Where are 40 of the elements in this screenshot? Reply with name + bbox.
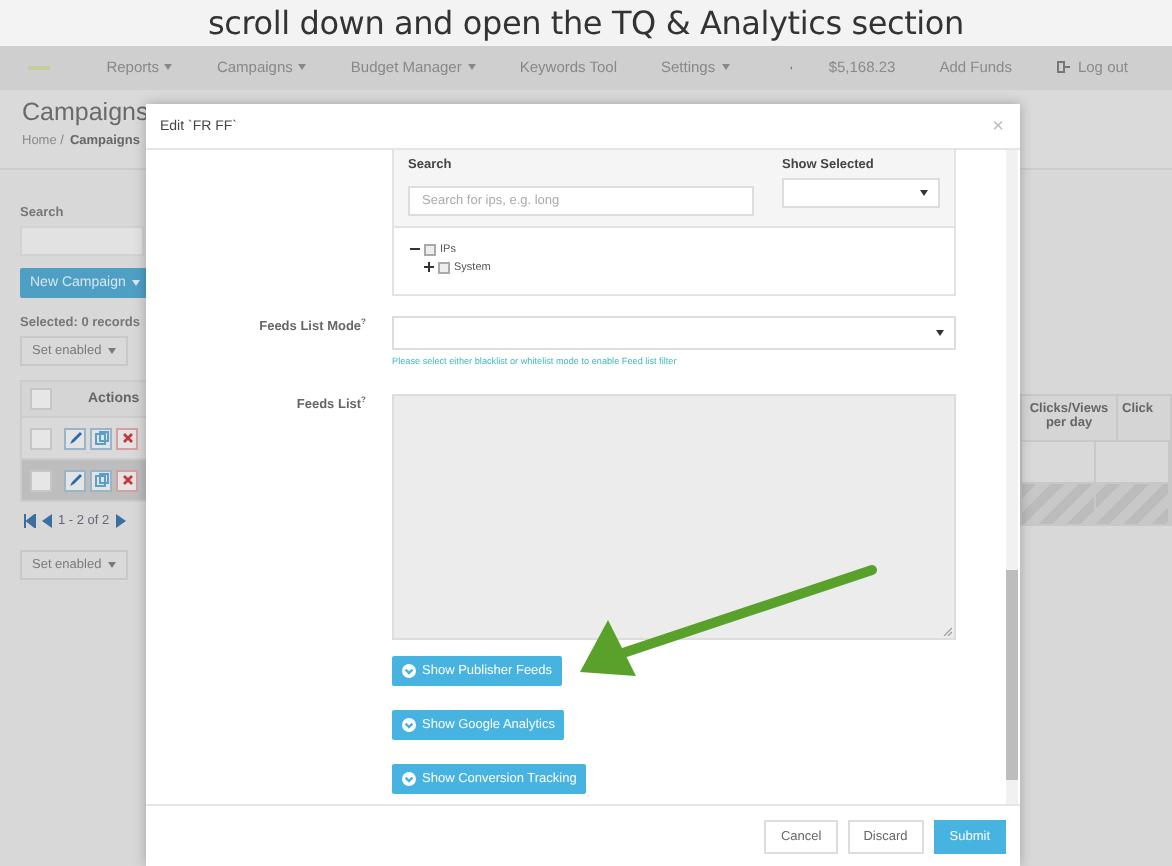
show-selected-dropdown[interactable] <box>782 178 940 208</box>
first-page-icon[interactable] <box>24 514 36 528</box>
row-checkbox[interactable] <box>30 427 52 449</box>
copy-icon[interactable] <box>90 469 112 491</box>
caret-icon <box>107 348 116 354</box>
caret-icon <box>131 280 140 286</box>
tree-checkbox[interactable] <box>424 243 436 255</box>
scrollbar[interactable] <box>1006 150 1018 804</box>
caret-icon <box>467 64 476 70</box>
pencil-icon[interactable] <box>64 469 86 491</box>
expand-icon[interactable] <box>424 262 434 272</box>
collapse-icon[interactable] <box>410 244 420 254</box>
page-title: Campaigns <box>22 98 149 126</box>
feeds-list-mode-dropdown[interactable] <box>392 316 956 350</box>
chevron-circle-icon <box>402 718 416 732</box>
resize-grip-icon[interactable] <box>942 626 952 636</box>
caret-icon <box>298 64 307 70</box>
table-row[interactable] <box>1020 484 1172 526</box>
table-row[interactable] <box>20 460 146 502</box>
search-field[interactable] <box>20 226 144 256</box>
tree-checkbox[interactable] <box>438 261 450 273</box>
caret-icon <box>107 562 116 568</box>
table-row[interactable] <box>1020 442 1172 484</box>
delete-icon[interactable] <box>116 427 138 449</box>
chevron-circle-icon <box>402 772 416 786</box>
caret-icon <box>164 64 173 70</box>
logout-icon <box>1055 60 1070 74</box>
chevron-circle-icon <box>402 664 416 678</box>
table-row[interactable] <box>20 418 146 460</box>
pencil-icon[interactable] <box>64 427 86 449</box>
row-checkbox[interactable] <box>30 469 52 491</box>
copy-icon[interactable] <box>90 427 112 449</box>
feeds-list-textarea[interactable] <box>392 394 956 640</box>
close-button[interactable]: × <box>992 115 1004 137</box>
previous-page-icon[interactable] <box>42 514 52 528</box>
delete-icon[interactable] <box>116 469 138 491</box>
caret-icon <box>721 64 730 70</box>
select-all-checkbox[interactable] <box>30 388 52 410</box>
next-page-icon[interactable] <box>115 514 126 528</box>
caption-text: scroll down and open the TQ & Analytics section <box>0 0 1172 46</box>
